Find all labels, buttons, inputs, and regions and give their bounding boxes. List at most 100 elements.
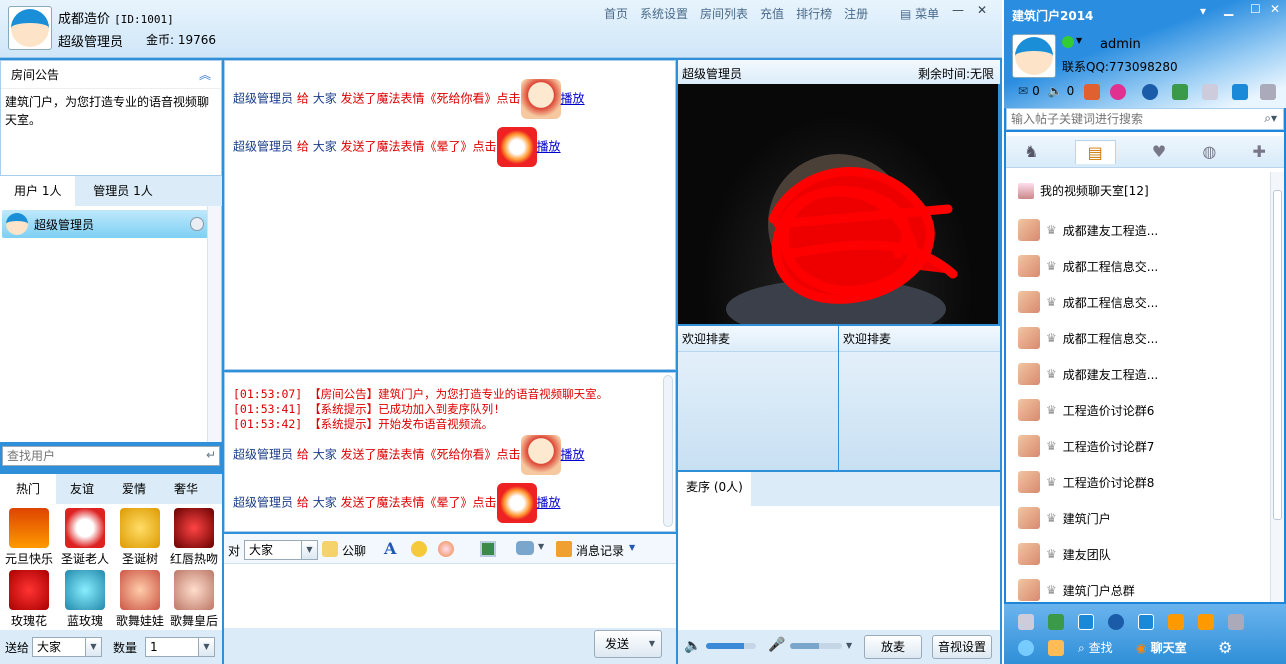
microphone-icon[interactable]: 🎤 xyxy=(768,637,785,653)
user-list-scrollbar[interactable] xyxy=(207,206,221,442)
play-link[interactable]: 播放 xyxy=(561,448,585,462)
gift-item[interactable]: 元旦快乐 xyxy=(2,504,56,566)
buddy-item[interactable]: ♛ 成都建友工程造... xyxy=(1018,356,1268,392)
tab-love[interactable]: 爱情 xyxy=(108,474,160,504)
sender-name[interactable]: 超级管理员 xyxy=(233,448,293,462)
buddy-item[interactable]: ♛ 建筑门户 xyxy=(1018,500,1268,536)
online-status-icon[interactable] xyxy=(1062,36,1074,48)
notes-icon[interactable] xyxy=(1018,614,1034,630)
tab-mic-queue[interactable]: 麦序 (0人) xyxy=(678,472,751,506)
release-mic-button[interactable]: 放麦 xyxy=(864,635,922,659)
message-history-button[interactable]: 消息记录 xyxy=(576,542,624,559)
maximize-button[interactable]: ☐ xyxy=(1250,2,1261,16)
chevron-down-icon[interactable]: ▼ xyxy=(629,543,635,552)
recent-tab-icon[interactable]: ◍ xyxy=(1202,142,1216,161)
lock-icon[interactable] xyxy=(322,541,338,557)
send-button[interactable]: 发送 ▼ xyxy=(594,630,662,658)
find-button[interactable]: ⌕ 查找 xyxy=(1078,639,1113,656)
search-icon[interactable]: ⌕▾ xyxy=(1264,111,1277,126)
magic-emoji-button-icon[interactable] xyxy=(438,541,454,557)
rooms-tab-icon[interactable]: ▤ xyxy=(1074,139,1116,164)
home-icon[interactable] xyxy=(1048,640,1064,656)
buddy-item[interactable]: ♛ 建友团队 xyxy=(1018,536,1268,572)
menu-button[interactable]: ▤ 菜单 xyxy=(900,5,939,22)
font-icon[interactable]: A xyxy=(384,539,396,558)
mic-slot-2[interactable]: 欢迎排麦 xyxy=(839,326,1000,470)
collapse-icon[interactable]: ︽ xyxy=(199,61,211,89)
user-row[interactable]: 超级管理员 xyxy=(2,210,208,238)
camera-icon[interactable] xyxy=(1110,84,1126,100)
speaker-icon[interactable]: 🔈 xyxy=(684,638,701,654)
gift-item[interactable]: 歌舞娃娃 xyxy=(113,566,167,628)
home-icon[interactable] xyxy=(1168,614,1184,630)
buddy-item[interactable]: ♛ 成都工程信息交... xyxy=(1018,248,1268,284)
favorites-tab-icon[interactable]: ♥ xyxy=(1152,142,1166,161)
tab-friendship[interactable]: 友谊 xyxy=(56,474,108,504)
gift-item[interactable]: 歌舞皇后 xyxy=(167,566,221,628)
video-feed[interactable] xyxy=(678,84,998,324)
tab-users[interactable]: 用户 1人 xyxy=(0,176,76,206)
notes-icon[interactable] xyxy=(1202,84,1218,100)
close-button[interactable]: ✕ xyxy=(1270,2,1280,16)
search-app-icon[interactable] xyxy=(1232,84,1248,100)
gift-item[interactable]: 圣诞老人 xyxy=(58,504,112,566)
device-icon[interactable] xyxy=(1260,84,1276,100)
chat-scrollbar[interactable] xyxy=(663,375,673,527)
tab-luxury[interactable]: 奢华 xyxy=(160,474,212,504)
dropdown-icon[interactable]: ▾ xyxy=(1200,4,1206,18)
scroll-thumb[interactable] xyxy=(1273,190,1282,520)
buddy-item[interactable]: ♛ 成都工程信息交... xyxy=(1018,320,1268,356)
buddy-item[interactable]: ♛ 成都工程信息交... xyxy=(1018,284,1268,320)
globe-icon[interactable] xyxy=(1142,84,1158,100)
play-link[interactable]: 播放 xyxy=(561,92,585,106)
gift-item[interactable]: 玫瑰花 xyxy=(2,566,56,628)
qty-select[interactable]: 1 ▼ xyxy=(145,637,215,657)
nav-home[interactable]: 首页 xyxy=(604,5,628,22)
chatroom-button[interactable]: ◉ 聊天室 xyxy=(1136,639,1187,656)
app-icon[interactable] xyxy=(1048,614,1064,630)
chat-bubble-icon[interactable] xyxy=(516,541,534,555)
speaker-icon[interactable]: 🔈 xyxy=(1048,84,1063,98)
nav-settings[interactable]: 系统设置 xyxy=(640,5,688,22)
sender-name[interactable]: 超级管理员 xyxy=(233,92,293,106)
public-chat-toggle[interactable]: 公聊 xyxy=(342,542,366,559)
more-tab-icon[interactable]: ✚ xyxy=(1252,142,1265,161)
close-button[interactable]: ✕ xyxy=(970,2,994,18)
image-icon[interactable] xyxy=(480,541,496,557)
gift-item[interactable]: 蓝玫瑰 xyxy=(58,566,112,628)
message-input[interactable] xyxy=(224,564,676,628)
gift-item[interactable]: 圣诞树 xyxy=(113,504,167,566)
globe-icon[interactable] xyxy=(1108,614,1124,630)
send-to-select[interactable]: 大家 ▼ xyxy=(32,637,102,657)
chat-target-select[interactable]: 大家 ▼ xyxy=(244,540,318,560)
tool-icon[interactable] xyxy=(1138,614,1154,630)
group-header[interactable]: 我的视频聊天室[12] xyxy=(1018,182,1149,199)
mic-slider[interactable] xyxy=(790,643,842,649)
buddy-search-input[interactable] xyxy=(1007,109,1247,129)
gift-item[interactable]: 红唇热吻 xyxy=(167,504,221,566)
nav-recharge[interactable]: 充值 xyxy=(760,5,784,22)
buddy-scrollbar[interactable] xyxy=(1270,172,1284,602)
minimize-button[interactable]: ▁ xyxy=(1224,2,1233,16)
minimize-button[interactable]: — xyxy=(946,2,970,18)
contacts-tab-icon[interactable]: ♞ xyxy=(1024,142,1038,161)
settings-icon[interactable] xyxy=(1018,640,1034,656)
tab-hot[interactable]: 热门 xyxy=(0,474,57,504)
buddy-item[interactable]: ♛ 成都建友工程造... xyxy=(1018,212,1268,248)
buddy-item[interactable]: ♛ 工程造价讨论群8 xyxy=(1018,464,1268,500)
buddy-item[interactable]: ♛ 工程造价讨论群7 xyxy=(1018,428,1268,464)
nav-register[interactable]: 注册 xyxy=(844,5,868,22)
app-icon[interactable] xyxy=(1172,84,1188,100)
emoji-icon[interactable] xyxy=(411,541,427,557)
search-app-icon[interactable] xyxy=(1078,614,1094,630)
chevron-down-icon[interactable]: ▼ xyxy=(1076,36,1082,45)
sender-name[interactable]: 超级管理员 xyxy=(233,496,293,510)
play-link[interactable]: 播放 xyxy=(537,140,561,154)
play-link[interactable]: 播放 xyxy=(537,496,561,510)
nav-room-list[interactable]: 房间列表 xyxy=(700,5,748,22)
chevron-down-icon[interactable]: ▼ xyxy=(538,542,544,551)
sender-name[interactable]: 超级管理员 xyxy=(233,140,293,154)
device-icon[interactable] xyxy=(1228,614,1244,630)
search-user-input[interactable] xyxy=(3,447,193,465)
home-icon[interactable] xyxy=(1198,614,1214,630)
